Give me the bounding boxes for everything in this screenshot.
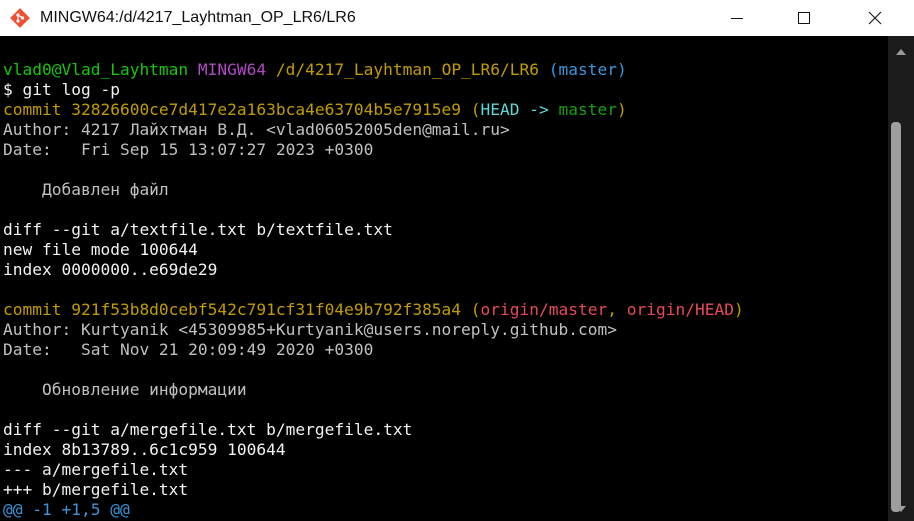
terminal-text-segment: diff --git a/mergefile.txt b/mergefile.t… — [3, 420, 413, 439]
close-button[interactable] — [852, 0, 898, 36]
terminal-text-segment: new file mode 100644 — [3, 240, 198, 259]
terminal-line: Обновление информации — [3, 380, 247, 400]
terminal-text-segment: master — [558, 100, 617, 119]
terminal-line: index 8b13789..6c1c959 100644 — [3, 440, 286, 460]
terminal-line: new file mode 100644 — [3, 240, 198, 260]
maximize-icon — [798, 12, 810, 24]
scrollbar-thumb[interactable] — [891, 122, 901, 512]
scroll-up-arrow-icon[interactable] — [896, 49, 906, 55]
terminal-line: Добавлен файл — [3, 180, 169, 200]
terminal-text-segment: origin/HEAD — [626, 300, 734, 319]
terminal-line: Author: 4217 Лайхтман В.Д. <vlad06052005… — [3, 120, 510, 140]
terminal-line: commit 921f53b8d0cebf542c791cf31f04e9b79… — [3, 300, 744, 320]
terminal-line: +++ b/mergefile.txt — [3, 480, 188, 500]
terminal-text-segment: Author: Kurtyanik <45309985+Kurtyanik@us… — [3, 320, 617, 339]
terminal-text-segment: commit 32826600ce7d417e2a163bca4e63704b5… — [3, 100, 481, 119]
terminal-text-segment: Обновление информации — [3, 380, 247, 399]
terminal-text-segment: (master) — [539, 60, 627, 79]
terminal-text-segment: , — [607, 300, 627, 319]
terminal-text-segment: /d/4217_Layhtman_OP_LR6/LR6 — [275, 60, 540, 79]
terminal-line: diff --git a/textfile.txt b/textfile.txt — [3, 220, 393, 240]
terminal-text-segment: diff --git a/textfile.txt b/textfile.txt — [3, 220, 393, 239]
terminal-text-segment: ) — [617, 100, 627, 119]
terminal-text-segment: ) — [733, 300, 744, 319]
terminal-text-segment: MINGW64 — [197, 60, 276, 79]
minimize-icon — [731, 18, 743, 19]
terminal-text-segment: $ git log -p — [3, 80, 120, 99]
window-title: MINGW64:/d/4217_Layhtman_OP_LR6/LR6 — [40, 9, 356, 26]
terminal-text-segment: --- a/mergefile.txt — [3, 460, 189, 479]
terminal-line: diff --git a/mergefile.txt b/mergefile.t… — [3, 420, 412, 440]
terminal-text-segment: vlad0@Vlad_Layhtman — [3, 60, 198, 79]
terminal-text-segment: index 0000000..e69de29 — [3, 260, 218, 279]
terminal-text-segment: Добавлен файл — [3, 180, 169, 199]
terminal-line: Date: Sat Nov 21 20:09:49 2020 +0300 — [3, 340, 373, 360]
git-bash-icon — [10, 8, 30, 28]
maximize-button[interactable] — [781, 0, 827, 36]
close-icon — [868, 11, 882, 25]
terminal-line: $ git log -p — [3, 80, 120, 100]
terminal-line: Author: Kurtyanik <45309985+Kurtyanik@us… — [3, 320, 617, 340]
terminal-text-segment: Date: Sat Nov 21 20:09:49 2020 +0300 — [3, 340, 374, 359]
minimize-button[interactable] — [714, 0, 760, 36]
terminal-output[interactable]: vlad0@Vlad_Layhtman MINGW64 /d/4217_Layh… — [0, 36, 900, 521]
terminal-line: @@ -1 +1,5 @@ — [3, 500, 130, 520]
scrollbar[interactable] — [888, 36, 914, 521]
terminal-line: index 0000000..e69de29 — [3, 260, 217, 280]
terminal-line: Date: Fri Sep 15 13:07:27 2023 +0300 — [3, 140, 373, 160]
terminal-text-segment: Date: Fri Sep 15 13:07:27 2023 +0300 — [3, 140, 374, 159]
terminal-text-segment: +++ b/mergefile.txt — [3, 480, 189, 499]
terminal-text-segment: @@ -1 +1,5 @@ — [3, 500, 130, 519]
terminal-line: commit 32826600ce7d417e2a163bca4e63704b5… — [3, 100, 627, 120]
terminal-text-segment: index 8b13789..6c1c959 100644 — [3, 440, 286, 459]
title-bar[interactable]: MINGW64:/d/4217_Layhtman_OP_LR6/LR6 — [0, 0, 914, 36]
scroll-down-arrow-icon[interactable] — [896, 506, 906, 512]
terminal-text-segment: commit 921f53b8d0cebf542c791cf31f04e9b79… — [3, 300, 481, 319]
terminal-text-segment: HEAD -> — [480, 100, 559, 119]
terminal-text-segment: origin/master — [480, 300, 608, 319]
terminal-line: --- a/mergefile.txt — [3, 460, 188, 480]
terminal-line: vlad0@Vlad_Layhtman MINGW64 /d/4217_Layh… — [3, 60, 627, 80]
terminal-text-segment: Author: 4217 Лайхтман В.Д. <vlad06052005… — [3, 120, 510, 139]
